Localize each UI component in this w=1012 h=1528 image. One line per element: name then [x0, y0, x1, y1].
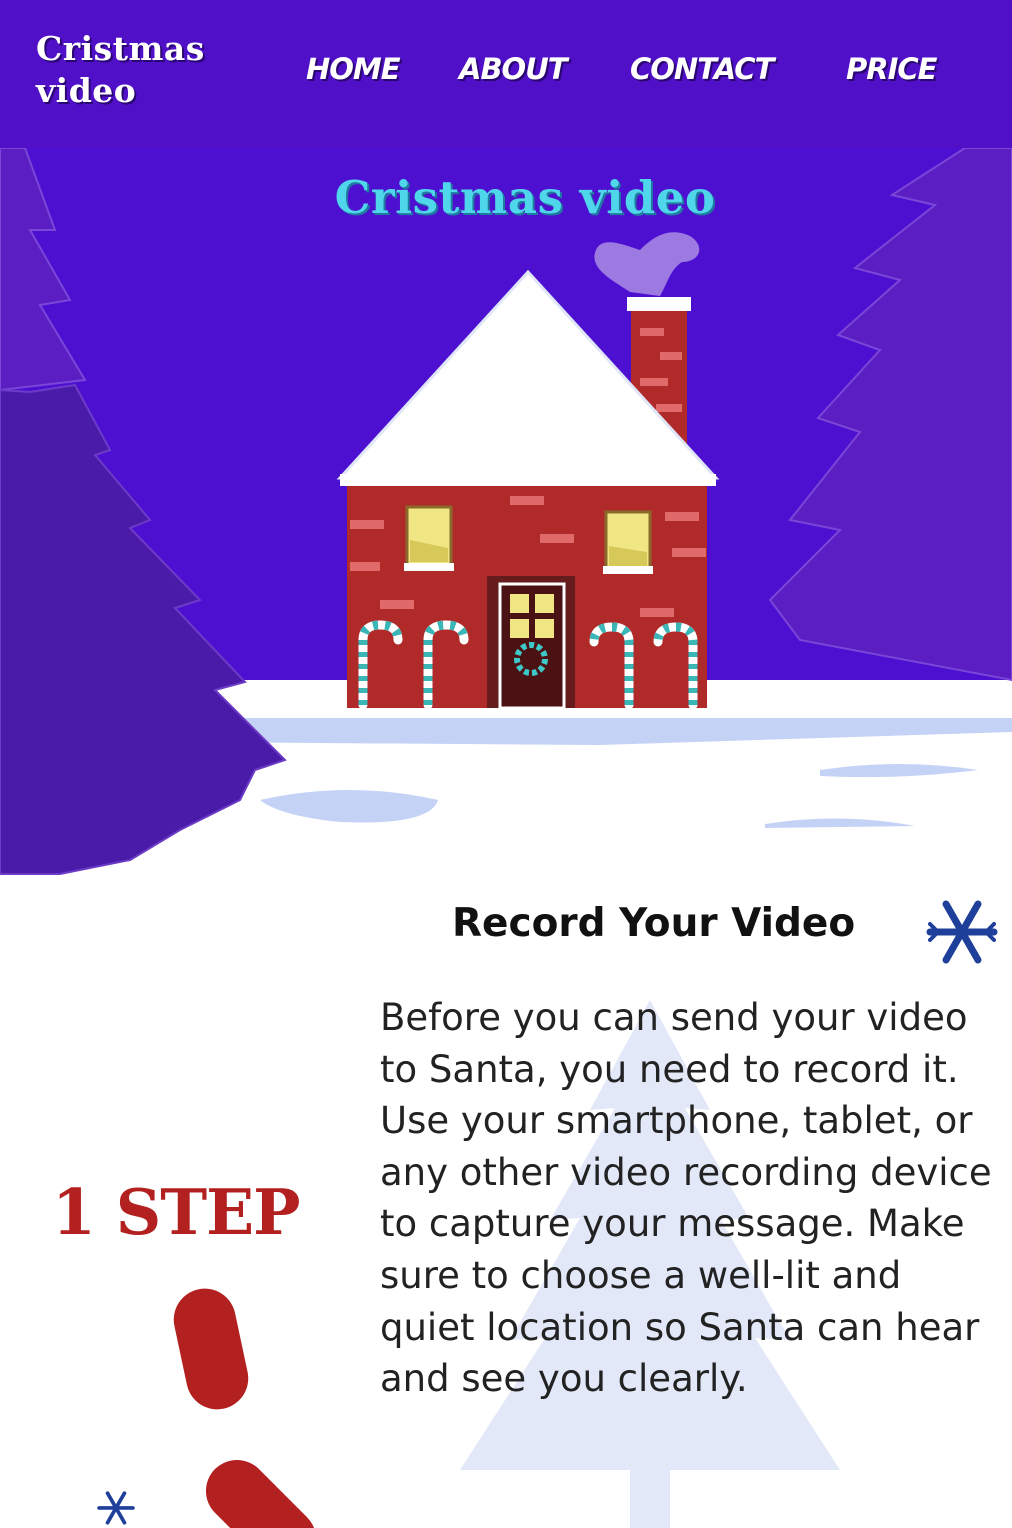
hero-title: Cristmas video — [334, 171, 716, 224]
footprints-decoration — [173, 1288, 317, 1528]
site-logo[interactable]: Cristmas video — [36, 28, 236, 112]
step-description: Before you can send your video to Santa,… — [380, 996, 992, 1401]
nav-about-link[interactable]: ABOUT — [459, 50, 568, 88]
section-title: Record Your Video — [452, 901, 856, 946]
site-header: Cristmas video HOME ABOUT CONTACT PRICE — [0, 0, 1012, 148]
logo-line-1: Cristmas — [36, 29, 205, 68]
hero-illustration — [0, 148, 1012, 878]
step-label: 1 STEP — [52, 1175, 301, 1249]
snowflake-icon — [97, 1491, 135, 1525]
logo-line-2: video — [36, 71, 137, 110]
nav-home-link[interactable]: HOME — [306, 50, 401, 88]
snowflake-icon — [926, 900, 998, 964]
nav-contact-link[interactable]: CONTACT — [630, 50, 774, 88]
nav-price-link[interactable]: PRICE — [846, 50, 937, 88]
